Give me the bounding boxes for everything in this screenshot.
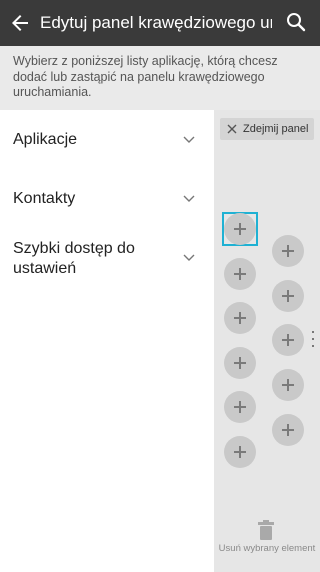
more-dots-icon	[312, 331, 316, 347]
chevron-down-icon	[183, 195, 195, 202]
chevron-down-icon	[183, 136, 195, 143]
app-bar: Edytuj panel krawędziowego uruc	[0, 0, 320, 46]
category-label: Szybki dostęp do ustawień	[13, 240, 135, 277]
plus-icon	[234, 401, 246, 413]
trash-icon[interactable]	[258, 520, 274, 540]
remove-selected-label: Usuń wybrany element	[218, 543, 316, 554]
add-app-slot[interactable]	[224, 258, 256, 290]
plus-icon	[282, 424, 294, 436]
remove-panel-button[interactable]: Zdejmij panel	[220, 118, 314, 140]
plus-icon	[282, 379, 294, 391]
page-title: Edytuj panel krawędziowego uruc	[40, 13, 272, 32]
plus-icon	[282, 245, 294, 257]
add-app-slot[interactable]	[224, 436, 256, 468]
add-app-slot[interactable]	[224, 213, 256, 245]
add-app-slot[interactable]	[272, 280, 304, 312]
plus-icon	[282, 334, 294, 346]
close-icon	[227, 124, 237, 134]
add-app-slot[interactable]	[272, 235, 304, 267]
remove-panel-label: Zdejmij panel	[243, 123, 309, 135]
plus-icon	[234, 357, 246, 369]
instructions-text: Wybierz z poniższej listy aplikację, któ…	[0, 46, 320, 110]
add-app-slot[interactable]	[224, 391, 256, 423]
plus-icon	[234, 268, 246, 280]
plus-icon	[282, 290, 294, 302]
add-app-slot[interactable]	[272, 414, 304, 446]
add-app-slot[interactable]	[272, 369, 304, 401]
add-app-slot[interactable]	[224, 347, 256, 379]
plus-icon	[234, 446, 246, 458]
plus-icon	[234, 223, 246, 235]
category-list: Aplikacje Kontakty Szybki dostęp do usta…	[0, 110, 214, 572]
search-icon[interactable]	[284, 10, 308, 34]
edge-panel: Zdejmij panel Usuń wybrany element	[214, 110, 320, 572]
back-arrow-icon[interactable]	[8, 11, 32, 35]
plus-icon	[234, 312, 246, 324]
add-app-slot[interactable]	[224, 302, 256, 334]
add-app-slot[interactable]	[272, 324, 304, 356]
chevron-down-icon	[183, 254, 195, 261]
